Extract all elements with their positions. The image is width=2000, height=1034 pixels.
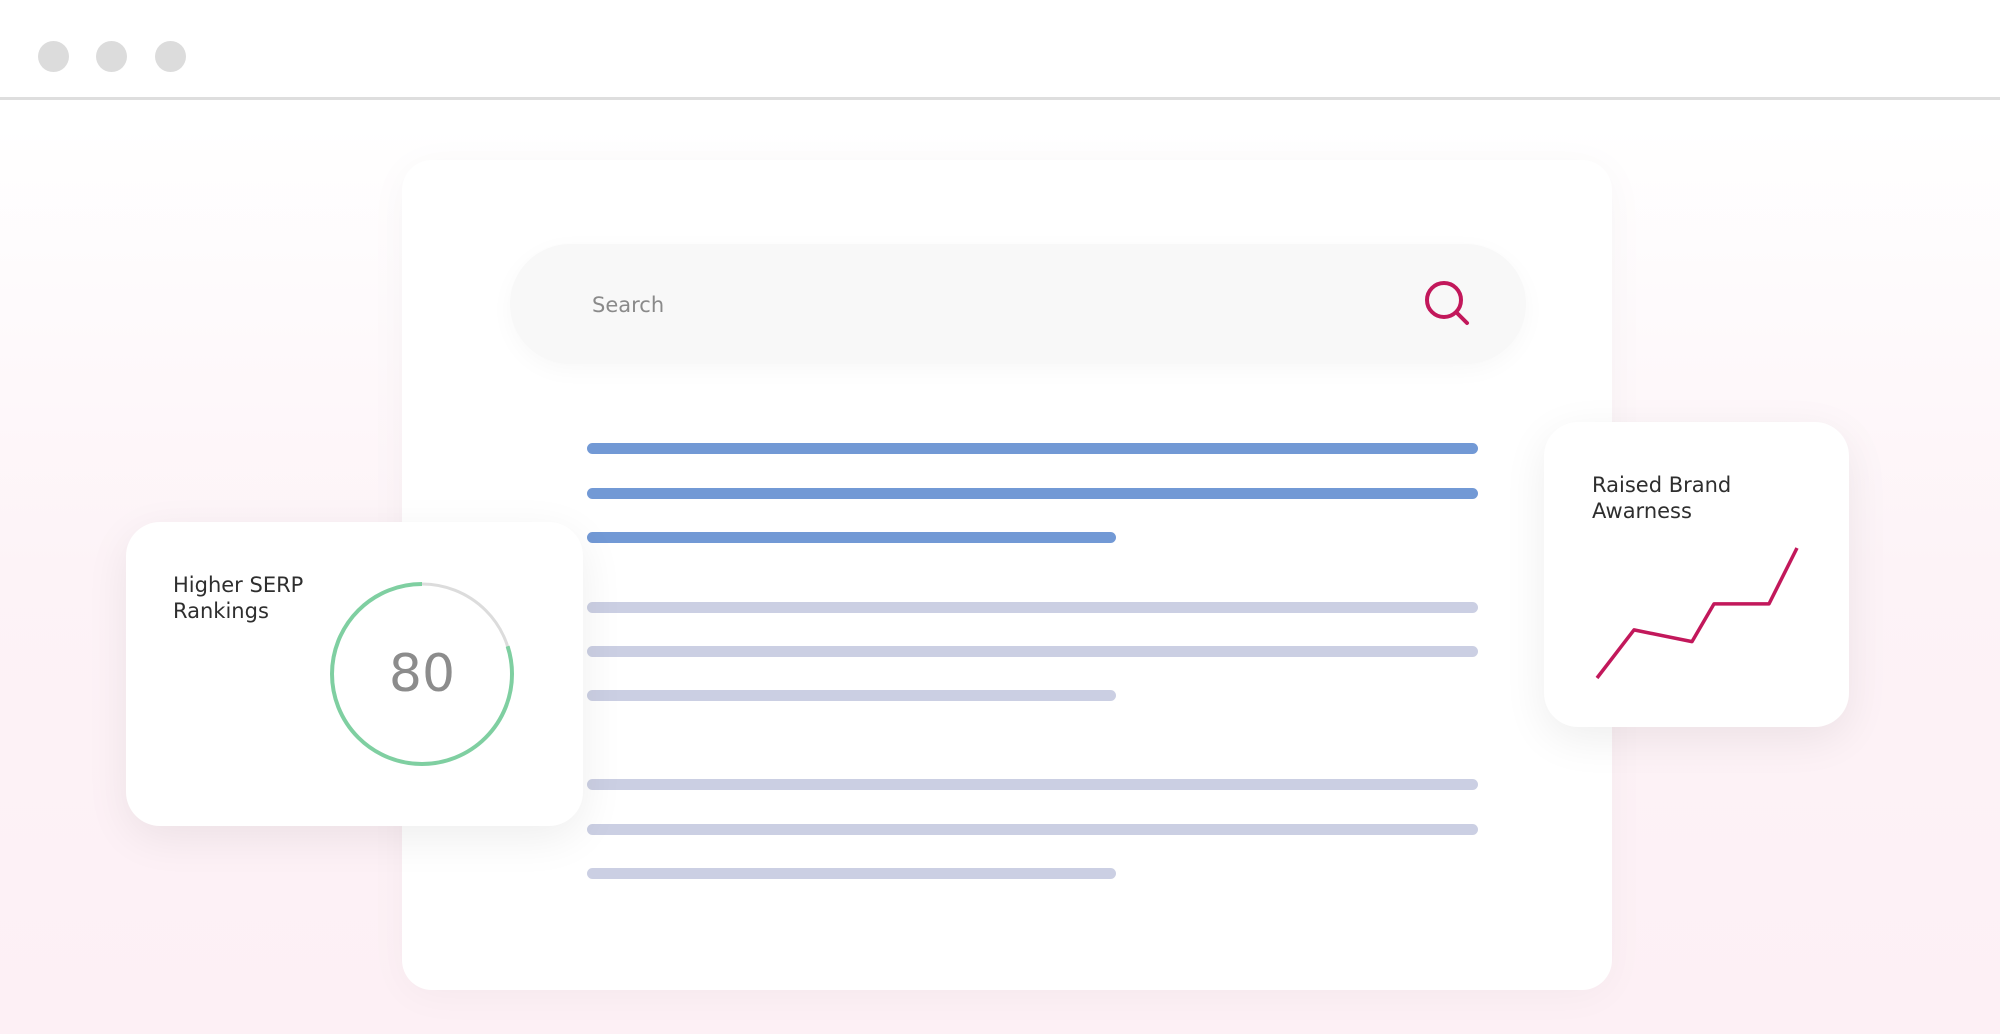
result-text-line [587,646,1478,657]
brand-title-line-2: Awarness [1592,499,1692,523]
window-titlebar [0,0,2000,100]
result-text-line [587,824,1478,835]
search-icon[interactable] [1420,276,1476,332]
search-bar[interactable] [510,244,1526,364]
brand-card-title: Raised Brand Awarness [1592,472,1731,524]
serp-title-line-2: Rankings [173,599,269,623]
serp-card-title: Higher SERP Rankings [173,572,303,624]
window-maximize-dot[interactable] [155,41,186,72]
result-title-line [587,443,1478,454]
serp-title-line-1: Higher SERP [173,573,304,597]
trend-sparkline [1595,547,1799,680]
score-value: 80 [388,644,456,704]
search-input[interactable] [590,274,1374,336]
result-text-line [587,602,1478,613]
result-text-line [587,868,1116,879]
serp-rankings-card: Higher SERP Rankings 80 [126,522,583,826]
window-minimize-dot[interactable] [96,41,127,72]
window-close-dot[interactable] [38,41,69,72]
result-text-line [587,690,1116,701]
brand-title-line-1: Raised Brand [1592,473,1732,497]
result-title-line [587,532,1116,543]
result-text-line [587,779,1478,790]
trend-line [1595,547,1799,680]
result-title-line [587,488,1478,499]
brand-awareness-card: Raised Brand Awarness [1544,422,1849,727]
